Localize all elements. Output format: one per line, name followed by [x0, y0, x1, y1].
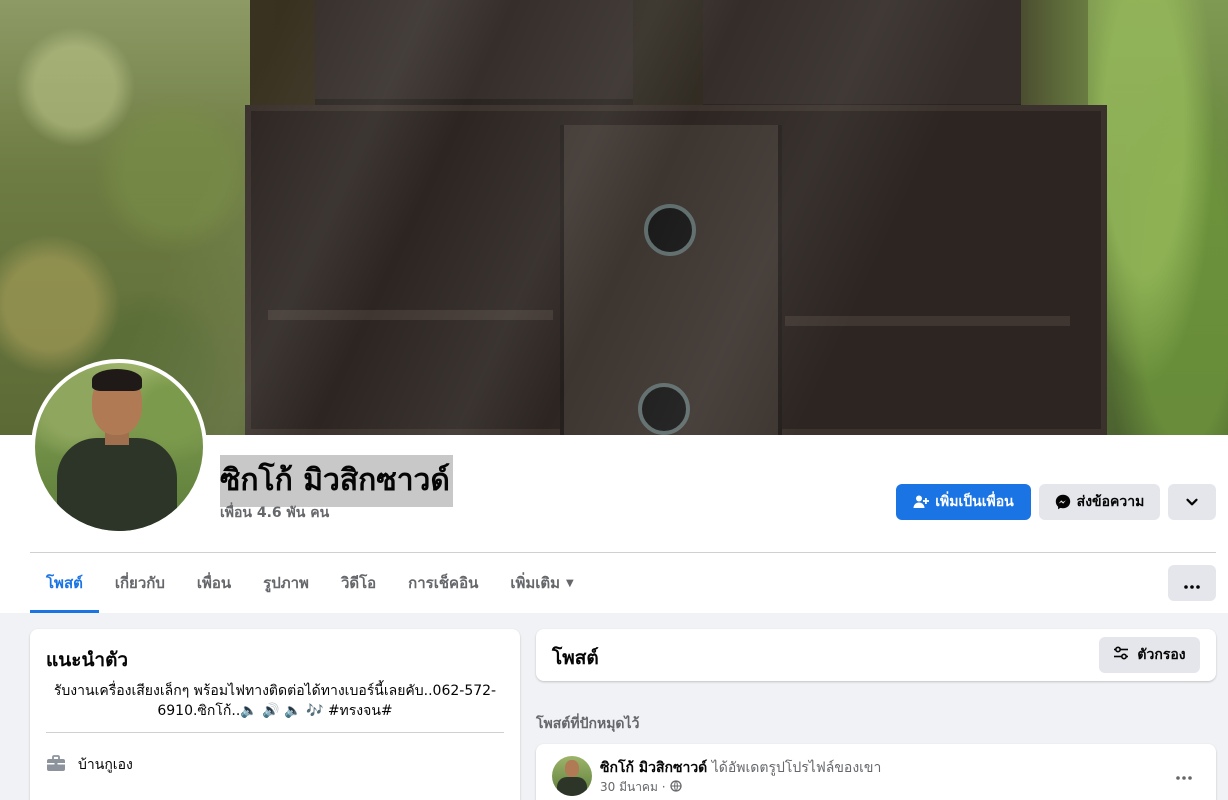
tab-friends[interactable]: เพื่อน: [181, 553, 247, 613]
tab-photos-label: รูปภาพ: [263, 574, 309, 592]
message-label: ส่งข้อความ: [1076, 494, 1145, 510]
tab-checkins-label: การเช็คอิน: [408, 574, 479, 592]
profile-tabs: โพสต์ เกี่ยวกับ เพื่อน รูปภาพ วิดีโอ การ…: [30, 553, 590, 613]
tab-friends-label: เพื่อน: [196, 574, 232, 592]
tab-more[interactable]: เพิ่มเติม ▼: [494, 553, 589, 613]
avatar-hair: [92, 369, 142, 391]
posts-header-card: โพสต์ ตัวกรอง: [536, 629, 1216, 681]
avatar-shirt: [57, 438, 177, 531]
ellipsis-icon: [1184, 574, 1200, 593]
profile-name: ซิกโก้ มิวสิกซาวด์: [220, 463, 450, 498]
profile-avatar[interactable]: [31, 359, 207, 535]
tab-more-label: เพิ่มเติม: [510, 574, 561, 592]
messenger-icon: [1055, 494, 1071, 510]
post-header: ซิกโก้ มิวสิกซาวด์ ได้อัพเดตรูปโปรไฟล์ขอ…: [600, 757, 881, 779]
tab-about[interactable]: เกี่ยวกับ: [99, 553, 181, 613]
tab-posts-label: โพสต์: [46, 574, 83, 592]
post-date[interactable]: 30 มีนาคม ·: [600, 778, 666, 797]
sliders-icon: [1113, 645, 1129, 665]
filter-label: ตัวกรอง: [1137, 647, 1186, 663]
post-avatar-shirt: [557, 777, 587, 796]
tab-posts[interactable]: โพสต์: [30, 553, 99, 613]
add-friend-label: เพิ่มเป็นเพื่อน: [935, 494, 1014, 510]
filter-button[interactable]: ตัวกรอง: [1099, 637, 1200, 673]
tab-videos[interactable]: วิดีโอ: [325, 553, 392, 613]
tab-checkins[interactable]: การเช็คอิน: [392, 553, 494, 613]
ellipsis-icon: [1176, 765, 1192, 784]
pinned-posts-label: โพสต์ที่ปักหมุดไว้: [536, 716, 640, 732]
intro-workplace: บ้านกูเอง: [46, 753, 133, 777]
posts-title: โพสต์: [552, 647, 599, 669]
intro-bio: รับงานเครื่องเสียงเล็กๆ พร้อมไฟทางติดต่อ…: [53, 683, 497, 719]
friend-count[interactable]: เพื่อน 4.6 พัน คน: [220, 502, 329, 524]
person-plus-icon: [913, 494, 930, 510]
profile-more-button[interactable]: [1168, 484, 1216, 520]
intro-title: แนะนำตัว: [46, 649, 129, 671]
pinned-post: ซิกโก้ มิวสิกซาวด์ ได้อัพเดตรูปโปรไฟล์ขอ…: [536, 744, 1216, 800]
post-action-text: ได้อัพเดตรูปโปรไฟล์ของเขา: [711, 760, 882, 776]
tab-about-label: เกี่ยวกับ: [114, 574, 165, 592]
post-author-avatar[interactable]: [552, 756, 592, 796]
intro-divider: [46, 732, 504, 733]
chevron-down-icon: [1185, 495, 1199, 509]
add-friend-button[interactable]: เพิ่มเป็นเพื่อน: [896, 484, 1031, 520]
post-author-name[interactable]: ซิกโก้ มิวสิกซาวด์: [600, 760, 707, 776]
post-avatar-face: [565, 760, 579, 777]
tab-photos[interactable]: รูปภาพ: [247, 553, 325, 613]
profile-name-highlight: ซิกโก้ มิวสิกซาวด์: [220, 455, 453, 507]
tabs-overflow-button[interactable]: [1168, 565, 1216, 601]
post-meta: 30 มีนาคม ·: [600, 778, 682, 797]
briefcase-icon: [46, 753, 66, 777]
caret-down-icon: ▼: [566, 577, 574, 589]
intro-card: แนะนำตัว รับงานเครื่องเสียงเล็กๆ พร้อมไฟ…: [30, 629, 520, 800]
post-options-button[interactable]: [1168, 760, 1200, 788]
globe-icon: [669, 780, 682, 795]
tab-videos-label: วิดีโอ: [340, 574, 377, 592]
intro-workplace-label[interactable]: บ้านกูเอง: [78, 754, 133, 776]
message-button[interactable]: ส่งข้อความ: [1039, 484, 1160, 520]
